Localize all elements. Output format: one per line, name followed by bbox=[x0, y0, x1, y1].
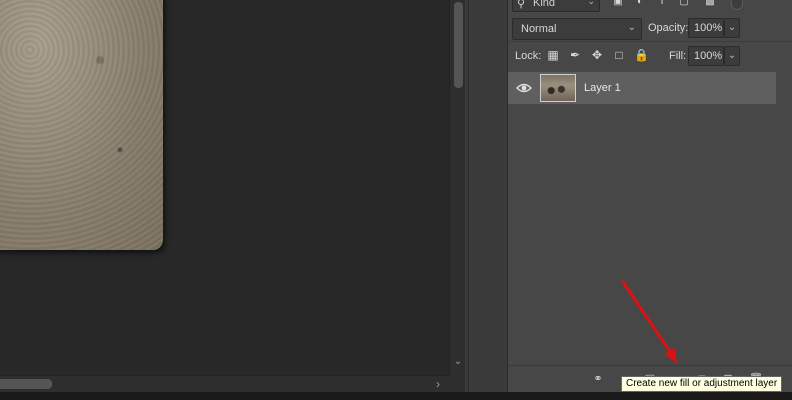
lock-position-icon[interactable]: ✥ bbox=[590, 48, 604, 62]
eye-icon[interactable] bbox=[516, 81, 532, 95]
opacity-label: Opacity: bbox=[648, 22, 689, 34]
search-icon: ⚲ bbox=[517, 0, 526, 10]
lock-artboard-icon[interactable]: □ bbox=[612, 48, 626, 62]
layer-thumbnail[interactable] bbox=[540, 74, 576, 102]
filter-kind-label: Kind bbox=[533, 0, 556, 9]
tooltip: Create new fill or adjustment layer bbox=[621, 376, 783, 392]
vertical-scrollbar[interactable]: ⌄ bbox=[449, 0, 465, 375]
divider-line bbox=[468, 0, 469, 392]
blend-row: Normal ⌄ Opacity: 100% ⌄ bbox=[508, 17, 792, 42]
layer-name[interactable]: Layer 1 bbox=[584, 82, 621, 94]
opacity-input[interactable]: 100% bbox=[688, 18, 724, 38]
scroll-down-icon[interactable]: ⌄ bbox=[453, 356, 463, 368]
filter-toggle[interactable] bbox=[731, 0, 743, 10]
scroll-right-icon[interactable]: › bbox=[432, 378, 444, 390]
opacity-dropdown-icon[interactable]: ⌄ bbox=[724, 18, 740, 38]
opacity-value: 100% bbox=[694, 22, 723, 34]
layer-filter-row: ⚲ Kind ⌄ ▣ ◐ T ▢ ▩ bbox=[508, 0, 792, 12]
blend-mode-select[interactable]: Normal ⌄ bbox=[512, 18, 642, 40]
horizontal-scroll-thumb[interactable] bbox=[0, 379, 52, 389]
type-filter-icon[interactable]: T bbox=[656, 0, 668, 8]
vertical-scroll-thumb[interactable] bbox=[454, 2, 463, 88]
smart-object-filter-icon[interactable]: ▩ bbox=[704, 0, 716, 8]
link-layers-icon[interactable]: ⚭ bbox=[590, 372, 606, 386]
document-image bbox=[0, 0, 163, 250]
fill-label: Fill: bbox=[669, 50, 687, 62]
fill-input[interactable]: 100% bbox=[688, 46, 724, 66]
layer-row[interactable]: Layer 1 bbox=[508, 72, 776, 104]
scrollbar-corner bbox=[449, 375, 465, 392]
lock-all-icon[interactable]: 🔒 bbox=[634, 48, 649, 62]
document-canvas[interactable]: ⌄ › bbox=[0, 0, 465, 392]
filter-kind-select[interactable]: ⚲ Kind ⌄ bbox=[512, 0, 600, 12]
adjustment-filter-icon[interactable]: ◐ bbox=[634, 0, 646, 8]
horizontal-scrollbar[interactable]: › bbox=[0, 375, 449, 392]
lock-row: Lock: ▦ ✒ ✥ □ 🔒 Fill: 100% ⌄ bbox=[508, 42, 792, 70]
chevron-down-icon: ⌄ bbox=[627, 22, 636, 33]
layers-panel: ⚲ Kind ⌄ ▣ ◐ T ▢ ▩ Normal ⌄ Opacity: 100… bbox=[507, 0, 792, 393]
status-bar bbox=[0, 392, 792, 400]
lock-image-pixels-icon[interactable]: ✒ bbox=[568, 48, 582, 62]
chevron-down-icon: ⌄ bbox=[587, 0, 595, 6]
lock-label: Lock: bbox=[515, 50, 542, 62]
blend-mode-value: Normal bbox=[521, 23, 557, 35]
fill-value: 100% bbox=[694, 50, 723, 62]
panel-divider bbox=[465, 0, 507, 392]
pixel-filter-icon[interactable]: ▣ bbox=[612, 0, 624, 8]
lock-transparency-icon[interactable]: ▦ bbox=[546, 48, 560, 62]
fill-dropdown-icon[interactable]: ⌄ bbox=[724, 46, 740, 66]
shape-filter-icon[interactable]: ▢ bbox=[678, 0, 690, 8]
